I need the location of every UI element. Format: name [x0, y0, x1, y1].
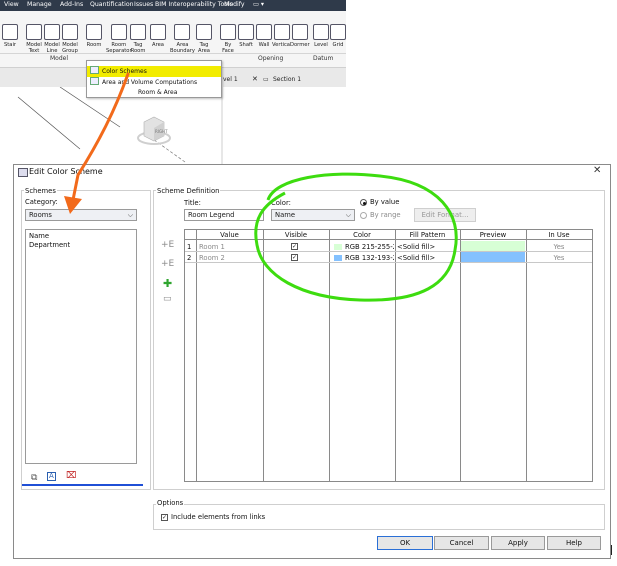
annotation-overlay	[22, 72, 458, 486]
orange-arrow-head	[64, 196, 82, 214]
green-highlight-circle	[254, 172, 458, 302]
orange-arrow-line	[70, 72, 130, 207]
